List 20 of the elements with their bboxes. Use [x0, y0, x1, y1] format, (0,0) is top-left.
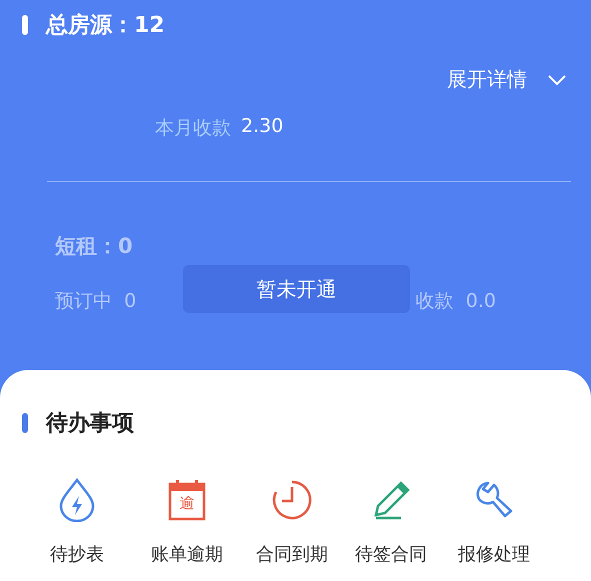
- todo-item[interactable]: 报修处理: [440, 478, 548, 566]
- wrench-icon: [474, 480, 514, 520]
- todo-item[interactable]: 逾 账单逾期: [132, 478, 242, 566]
- short-term-stat: 收款 0.0: [416, 289, 496, 314]
- todo-item[interactable]: 待抄表: [22, 478, 132, 566]
- water-drop-icon: [58, 478, 96, 522]
- section-marker: [22, 413, 28, 433]
- total-rooms-title: 总房源：12: [46, 12, 165, 40]
- short-term-title: 短租：0: [55, 233, 134, 260]
- monthly-income-label: 本月收款: [155, 116, 231, 141]
- chevron-down-icon: [547, 74, 567, 86]
- todo-item[interactable]: 合同到期: [242, 478, 342, 566]
- short-term-stat: 预订中 0: [55, 289, 136, 314]
- monthly-income-value: 2.30: [241, 115, 284, 139]
- clock-icon: [271, 479, 313, 521]
- expand-details-button[interactable]: 展开详情: [447, 66, 571, 93]
- title-marker: [22, 15, 28, 35]
- todo-item[interactable]: 待签合同: [342, 478, 440, 566]
- todo-title: 待办事项: [46, 410, 134, 438]
- not-available-notice: 暂未开通: [183, 265, 410, 313]
